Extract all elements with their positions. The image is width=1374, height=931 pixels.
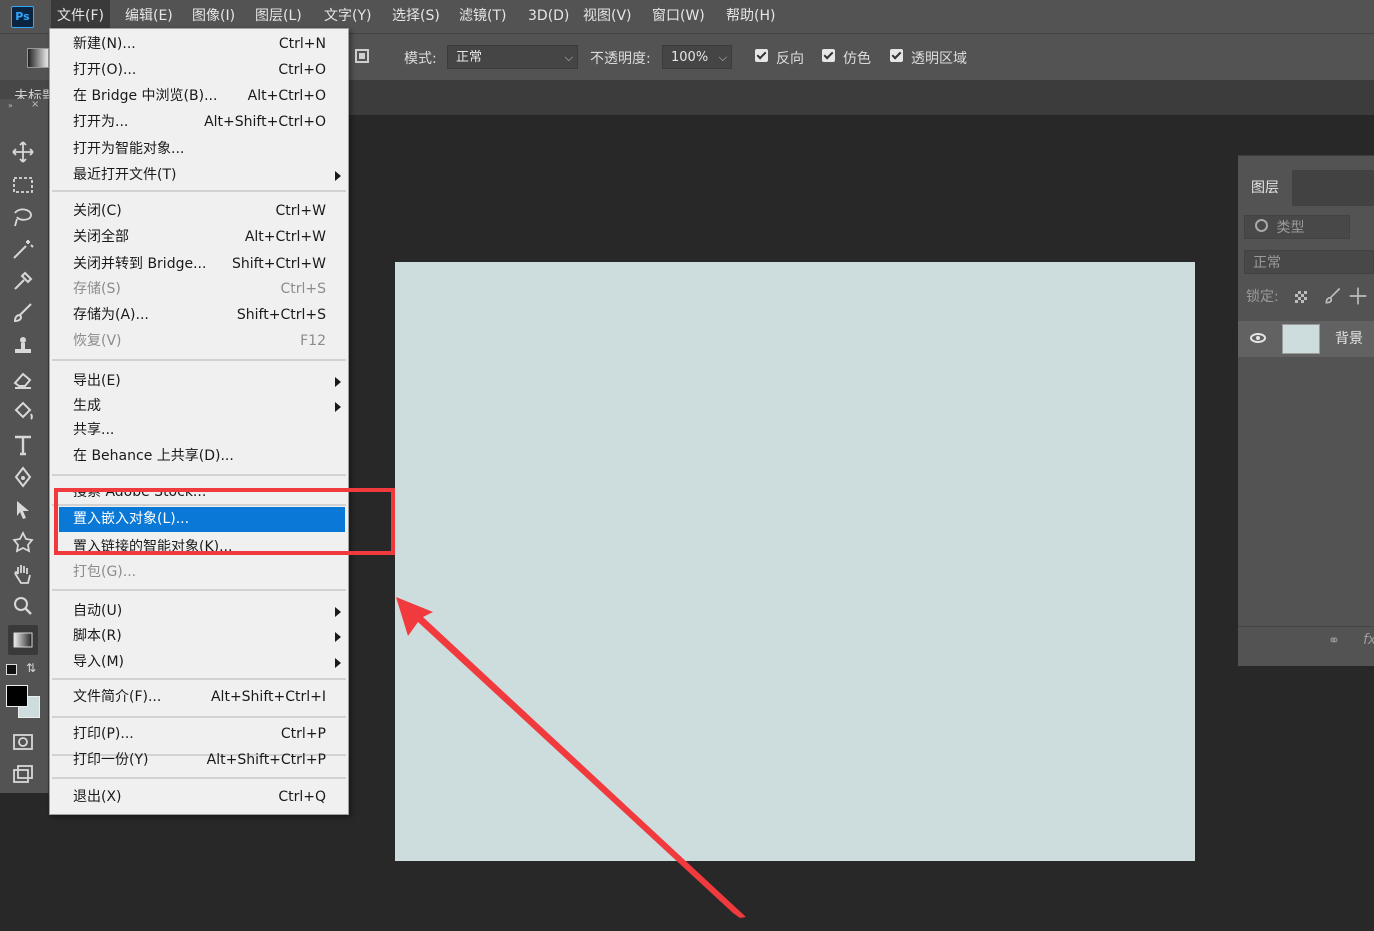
annotation-arrow — [396, 597, 746, 918]
